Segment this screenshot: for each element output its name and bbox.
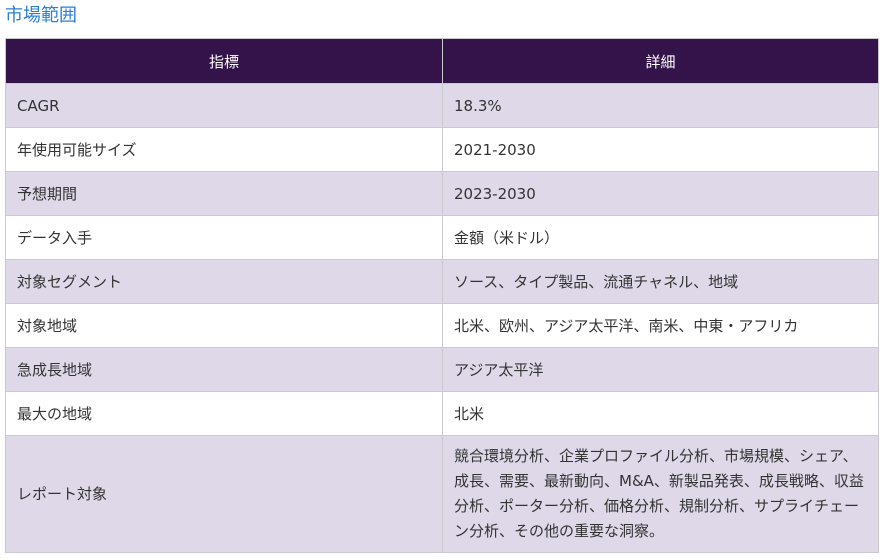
detail-cell: ソース、タイプ製品、流通チャネル、地域 xyxy=(442,259,879,304)
section-title: 市場範囲 xyxy=(5,5,77,26)
market-scope-table: 指標 詳細 CAGR 18.3% 年使用可能サイズ 2021-2030 予想期間… xyxy=(5,38,879,553)
metric-cell: 対象セグメント xyxy=(5,259,443,304)
table-row: 対象地域 北米、欧州、アジア太平洋、南米、中東・アフリカ xyxy=(5,303,879,348)
header-metric: 指標 xyxy=(5,38,443,84)
metric-cell: データ入手 xyxy=(5,215,443,260)
table-row: レポート対象 競合環境分析、企業プロファイル分析、市場規模、シェア、成長、需要、… xyxy=(5,435,879,553)
detail-cell: 金額（米ドル） xyxy=(442,215,879,260)
metric-cell: CAGR xyxy=(5,83,443,128)
table-row: データ入手 金額（米ドル） xyxy=(5,215,879,260)
table-row: 最大の地域 北米 xyxy=(5,391,879,436)
header-detail: 詳細 xyxy=(442,38,879,84)
metric-cell: レポート対象 xyxy=(5,435,443,553)
metric-cell: 最大の地域 xyxy=(5,391,443,436)
metric-cell: 対象地域 xyxy=(5,303,443,348)
page: 市場範囲 指標 詳細 CAGR 18.3% 年使用可能サイズ 2021-2030… xyxy=(0,0,882,559)
table-row: 予想期間 2023-2030 xyxy=(5,171,879,216)
metric-cell: 急成長地域 xyxy=(5,347,443,392)
metric-cell: 予想期間 xyxy=(5,171,443,216)
detail-cell: 2023-2030 xyxy=(442,171,879,216)
metric-cell: 年使用可能サイズ xyxy=(5,127,443,172)
table-row: 年使用可能サイズ 2021-2030 xyxy=(5,127,879,172)
detail-cell: 18.3% xyxy=(442,83,879,128)
detail-cell: 競合環境分析、企業プロファイル分析、市場規模、シェア、成長、需要、最新動向、M&… xyxy=(442,435,879,553)
table-row: CAGR 18.3% xyxy=(5,83,879,128)
detail-cell: 北米、欧州、アジア太平洋、南米、中東・アフリカ xyxy=(442,303,879,348)
detail-cell: アジア太平洋 xyxy=(442,347,879,392)
table-row: 対象セグメント ソース、タイプ製品、流通チャネル、地域 xyxy=(5,259,879,304)
table-header-row: 指標 詳細 xyxy=(5,38,879,84)
detail-cell: 2021-2030 xyxy=(442,127,879,172)
detail-cell: 北米 xyxy=(442,391,879,436)
table-row: 急成長地域 アジア太平洋 xyxy=(5,347,879,392)
